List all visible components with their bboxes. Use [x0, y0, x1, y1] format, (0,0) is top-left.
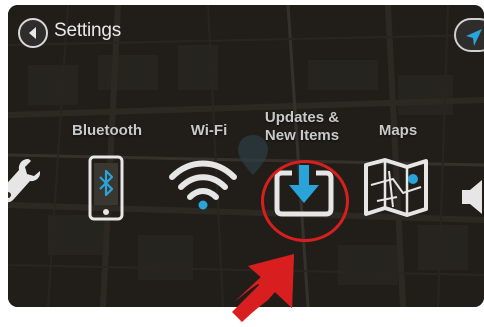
map-icon — [364, 158, 428, 217]
menu-item-label: Bluetooth — [72, 122, 142, 139]
back-button[interactable] — [18, 18, 48, 48]
page-title: Settings — [54, 20, 122, 41]
navigation-button[interactable] — [454, 18, 484, 52]
bluetooth-phone-icon — [88, 155, 124, 221]
selection-highlight — [261, 160, 349, 242]
chevron-left-icon — [29, 27, 36, 39]
speaker-icon — [462, 180, 482, 214]
wrench-icon — [8, 159, 40, 203]
menu-item-label: Wi-Fi — [190, 122, 228, 139]
navigation-arrow-icon — [466, 29, 482, 46]
menu-item-label: Maps — [378, 122, 418, 139]
menu-item-label: Updates & New Items — [264, 109, 340, 144]
annotation-arrow-icon — [232, 254, 294, 322]
wifi-icon — [169, 160, 237, 210]
